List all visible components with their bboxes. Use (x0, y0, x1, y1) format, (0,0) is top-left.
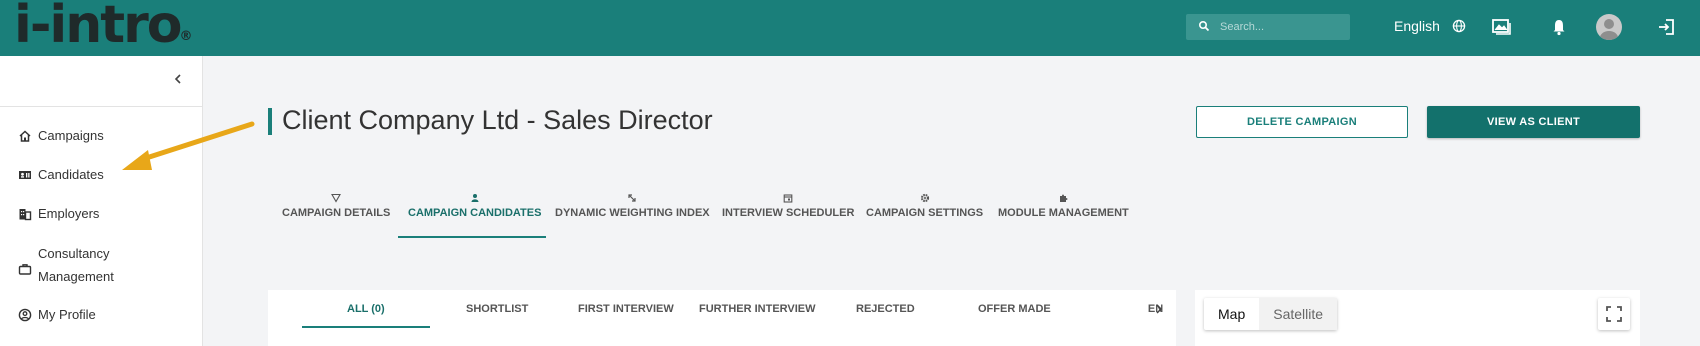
active-subtab-indicator (302, 326, 430, 328)
subtab-offer-made[interactable]: OFFER MADE (978, 303, 1051, 315)
delete-campaign-button[interactable]: DELETE CAMPAIGN (1196, 106, 1408, 138)
building-icon (19, 209, 32, 221)
search-input[interactable] (1220, 14, 1340, 40)
arrows-icon (628, 194, 636, 202)
user-avatar-icon (1600, 19, 1618, 40)
filter-icon (331, 193, 342, 203)
tab-label: CAMPAIGN SETTINGS (866, 207, 984, 219)
page-title: Client Company Ltd - Sales Director (282, 105, 713, 135)
tab-campaign-candidates[interactable]: CAMPAIGN CANDIDATES (408, 193, 541, 219)
subtab-further-interview[interactable]: FURTHER INTERVIEW (699, 303, 816, 315)
subtab-all[interactable]: ALL (0) (347, 303, 385, 315)
sidebar-item-candidates[interactable]: Candidates (18, 167, 128, 186)
annotation-arrow-icon (122, 121, 255, 170)
gear-icon (920, 193, 929, 203)
tab-dynamic-weighting-index[interactable]: DYNAMIC WEIGHTING INDEX (555, 193, 710, 219)
tab-label: MODULE MANAGEMENT (998, 207, 1129, 219)
globe-icon (1452, 19, 1466, 33)
chevron-right-icon[interactable] (1154, 303, 1164, 315)
subtab-first-interview[interactable]: FIRST INTERVIEW (578, 303, 674, 315)
home-icon (19, 130, 31, 142)
sidebar-item-label: My Profile (38, 307, 96, 322)
chevron-left-icon[interactable] (172, 72, 184, 86)
calendar-icon (783, 194, 793, 203)
sidebar-item-my-profile[interactable]: My Profile (18, 307, 128, 326)
sidebar-item-campaigns[interactable]: Campaigns (18, 128, 128, 147)
fullscreen-icon (1606, 306, 1622, 322)
subtab-shortlist[interactable]: SHORTLIST (466, 303, 528, 315)
sidebar-divider (0, 106, 203, 107)
person-icon (471, 194, 479, 202)
sidebar-item-label: Employers (38, 206, 100, 221)
user-circle-icon (18, 308, 32, 322)
search-icon (1198, 20, 1210, 32)
tab-campaign-settings[interactable]: CAMPAIGN SETTINGS (866, 193, 983, 219)
tab-campaign-details[interactable]: CAMPAIGN DETAILS (282, 193, 390, 219)
sidebar-item-employers[interactable]: Employers (18, 206, 128, 225)
title-accent-bar (268, 108, 272, 135)
tab-label: CAMPAIGN CANDIDATES (408, 207, 542, 219)
briefcase-icon (18, 264, 32, 275)
sidebar-item-label: Consultancy Management (38, 246, 114, 284)
view-as-client-button[interactable]: VIEW AS CLIENT (1427, 106, 1640, 138)
map-type-toggle: Map Satellite (1204, 298, 1338, 330)
tab-label: INTERVIEW SCHEDULER (722, 207, 855, 219)
top-bar: i-intro® English (0, 0, 1700, 56)
subtab-rejected[interactable]: REJECTED (856, 303, 915, 315)
avatar[interactable] (1596, 14, 1622, 40)
gallery-icon[interactable] (1490, 16, 1512, 38)
id-card-icon (19, 171, 31, 179)
subtab-overflow-mask (1108, 290, 1148, 320)
tab-label: DYNAMIC WEIGHTING INDEX (555, 207, 710, 219)
logo-text: i-intro (14, 0, 182, 55)
bell-icon[interactable] (1548, 16, 1570, 38)
sidebar-item-consultancy-management[interactable]: Consultancy Management (18, 246, 128, 288)
language-selector[interactable]: English (1394, 18, 1466, 34)
candidates-panel (268, 290, 1176, 346)
puzzle-icon (1060, 194, 1068, 202)
search-box[interactable] (1186, 14, 1350, 40)
app-logo[interactable]: i-intro ® (14, 0, 192, 56)
language-label: English (1394, 18, 1440, 34)
tab-interview-scheduler[interactable]: INTERVIEW SCHEDULER (722, 193, 854, 219)
map-button[interactable]: Map (1204, 298, 1259, 330)
tab-module-management[interactable]: MODULE MANAGEMENT (998, 193, 1129, 219)
logout-icon[interactable] (1655, 16, 1677, 38)
satellite-button[interactable]: Satellite (1259, 298, 1338, 330)
tab-label: CAMPAIGN DETAILS (282, 207, 391, 219)
fullscreen-button[interactable] (1598, 298, 1630, 330)
active-tab-indicator (398, 236, 546, 238)
